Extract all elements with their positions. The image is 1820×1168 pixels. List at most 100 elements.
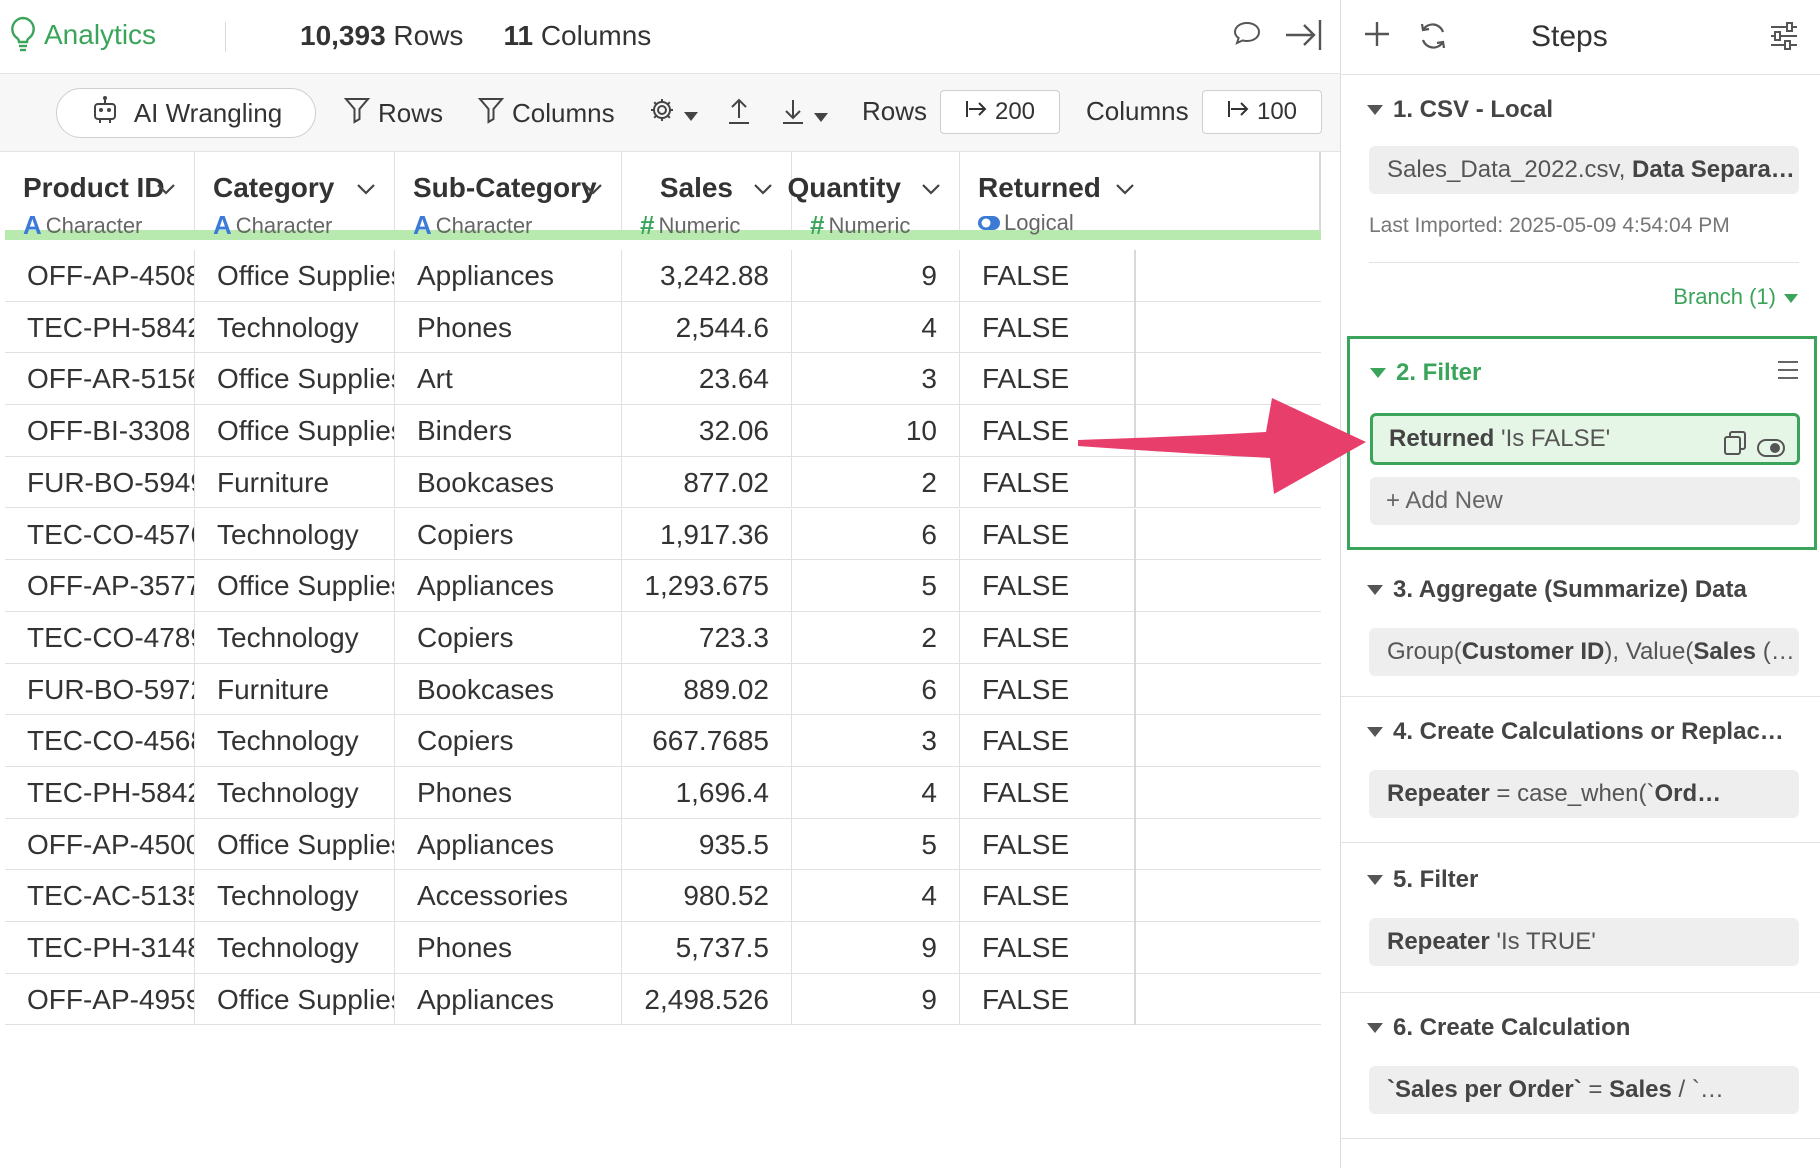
chevron-down-icon[interactable] [1115, 182, 1135, 200]
table-cell[interactable]: Technology [195, 715, 395, 767]
table-cell[interactable]: 5,737.5 [622, 922, 792, 974]
table-cell[interactable]: 4 [792, 301, 960, 354]
column-header[interactable]: Quantity # Numeric [787, 152, 960, 240]
import-dropdown[interactable] [780, 96, 828, 133]
table-cell[interactable]: Technology [195, 870, 395, 923]
step-detail[interactable]: Repeater = case_when(`Ord… [1369, 770, 1799, 818]
refresh-icon[interactable] [1417, 20, 1449, 57]
chevron-down-icon[interactable] [356, 182, 376, 200]
columns-filter-button[interactable]: Columns [477, 96, 615, 131]
table-cell[interactable]: Appliances [395, 973, 622, 1026]
table-cell[interactable]: OFF-AP-4959 [5, 973, 195, 1026]
table-cell[interactable]: Appliances [395, 560, 622, 612]
table-cell[interactable]: 1,917.36 [622, 508, 792, 561]
table-cell[interactable]: 877.02 [622, 456, 792, 509]
table-cell[interactable]: Art [395, 353, 622, 406]
table-cell[interactable]: TEC-CO-4568 [5, 715, 195, 767]
table-cell[interactable]: 2 [792, 456, 960, 509]
table-cell[interactable]: 3,242.88 [622, 250, 792, 302]
step-detail[interactable]: Group(Customer ID), Value(Sales (… [1369, 628, 1799, 676]
table-row[interactable]: TEC-PH-5842 Technology Phones 2,544.6 4 FALSE [5, 301, 1321, 354]
step-filter-repeater[interactable]: 5. Filter Repeater 'Is TRUE' [1341, 842, 1820, 992]
table-cell[interactable]: 2,544.6 [622, 301, 792, 354]
collapse-triangle-icon[interactable] [1367, 585, 1383, 595]
table-cell[interactable]: 9 [792, 922, 960, 974]
table-cell[interactable]: Furniture [195, 663, 395, 716]
columns-limit-input[interactable]: 100 [1202, 90, 1322, 134]
chevron-down-icon[interactable] [753, 182, 773, 200]
table-cell[interactable]: 1,293.675 [622, 560, 792, 612]
step-header[interactable]: 5. Filter [1367, 866, 1478, 894]
step-detail[interactable]: Sales_Data_2022.csv, Data Separa… [1369, 146, 1799, 194]
table-cell[interactable]: 935.5 [622, 818, 792, 871]
table-row[interactable]: OFF-AP-4500 Office Supplies Appliances 935.… [5, 818, 1321, 871]
table-cell[interactable]: FALSE [960, 560, 1136, 612]
table-cell[interactable]: Office Supplies [195, 353, 395, 406]
comment-icon[interactable] [1232, 18, 1262, 53]
table-cell[interactable]: OFF-AP-4500 [5, 818, 195, 871]
chevron-down-icon[interactable] [921, 182, 941, 200]
table-cell[interactable]: 1,696.4 [622, 767, 792, 819]
table-cell[interactable]: TEC-PH-3148 [5, 922, 195, 974]
collapse-triangle-icon[interactable] [1367, 105, 1383, 115]
table-cell[interactable]: Phones [395, 301, 622, 354]
table-cell[interactable]: 6 [792, 663, 960, 716]
table-cell[interactable]: FALSE [960, 715, 1136, 767]
table-cell[interactable]: OFF-BI-3308 [5, 405, 195, 457]
step-header[interactable]: 2. Filter [1370, 359, 1481, 387]
table-cell[interactable]: Technology [195, 922, 395, 974]
table-cell[interactable]: OFF-AP-3577 [5, 560, 195, 612]
table-cell[interactable]: Office Supplies [195, 405, 395, 457]
table-cell[interactable]: FUR-BO-5972 [5, 663, 195, 716]
step-header[interactable]: 3. Aggregate (Summarize) Data [1367, 576, 1747, 604]
table-cell[interactable]: 4 [792, 870, 960, 923]
table-cell[interactable]: 23.64 [622, 353, 792, 406]
table-cell[interactable]: 9 [792, 250, 960, 302]
sliders-icon[interactable] [1769, 22, 1799, 55]
table-row[interactable]: OFF-AP-3577 Office Supplies Appliances 1,29… [5, 560, 1321, 612]
filter-condition[interactable]: Returned 'Is FALSE' [1370, 413, 1800, 465]
table-row[interactable]: TEC-CO-4568 Technology Copiers 667.7685 3 FAL… [5, 715, 1321, 767]
table-cell[interactable]: TEC-CO-4789 [5, 611, 195, 664]
table-cell[interactable]: FALSE [960, 767, 1136, 819]
table-cell[interactable]: 667.7685 [622, 715, 792, 767]
table-row[interactable]: TEC-CO-4576 Technology Copiers 1,917.36 6 FAL… [5, 508, 1321, 561]
toggle-icon[interactable] [1757, 428, 1785, 474]
chevron-down-icon[interactable] [156, 182, 176, 200]
table-cell[interactable]: Technology [195, 767, 395, 819]
table-cell[interactable]: 980.52 [622, 870, 792, 923]
table-row[interactable]: TEC-AC-5135 Technology Accessories 980.52 4 F… [5, 870, 1321, 923]
step-header[interactable]: 1. CSV - Local [1367, 96, 1553, 124]
table-cell[interactable]: 32.06 [622, 405, 792, 457]
table-cell[interactable]: Office Supplies [195, 250, 395, 302]
table-cell[interactable]: FALSE [960, 870, 1136, 923]
table-cell[interactable]: TEC-PH-5842 [5, 767, 195, 819]
menu-icon[interactable] [1776, 359, 1800, 386]
table-cell[interactable]: 3 [792, 715, 960, 767]
step-create-calculation[interactable]: 6. Create Calculation `Sales per Order` … [1341, 992, 1820, 1138]
step-detail[interactable]: Repeater 'Is TRUE' [1369, 918, 1799, 966]
table-cell[interactable]: FALSE [960, 611, 1136, 664]
collapse-panel-icon[interactable] [1284, 18, 1324, 57]
table-row[interactable]: OFF-AP-4508 Office Supplies Appliances 3,24… [5, 250, 1321, 302]
table-cell[interactable]: Bookcases [395, 456, 622, 509]
table-cell[interactable]: FALSE [960, 663, 1136, 716]
table-cell[interactable]: Binders [395, 405, 622, 457]
step-filter-active[interactable]: 2. Filter Returned 'Is FALSE' + Add New [1347, 336, 1817, 550]
copy-icon[interactable] [1723, 426, 1747, 472]
table-cell[interactable]: Copiers [395, 508, 622, 561]
table-cell[interactable]: 2,498.526 [622, 973, 792, 1026]
table-row[interactable]: TEC-CO-4789 Technology Copiers 723.3 2 FALSE [5, 611, 1321, 664]
table-cell[interactable]: Office Supplies [195, 973, 395, 1026]
table-cell[interactable]: Appliances [395, 818, 622, 871]
column-header[interactable]: Product ID A Character [5, 152, 195, 240]
step-create-calculations[interactable]: 4. Create Calculations or Replac… Repeat… [1341, 696, 1820, 842]
table-cell[interactable]: Phones [395, 922, 622, 974]
table-cell[interactable]: Phones [395, 767, 622, 819]
table-cell[interactable]: 5 [792, 818, 960, 871]
table-row[interactable]: TEC-PH-5842 Technology Phones 1,696.4 4 FALSE [5, 767, 1321, 819]
chevron-down-icon[interactable] [583, 182, 603, 200]
collapse-triangle-icon[interactable] [1370, 368, 1386, 378]
table-cell[interactable]: OFF-AR-5156 [5, 353, 195, 406]
rows-filter-button[interactable]: Rows [343, 96, 443, 131]
